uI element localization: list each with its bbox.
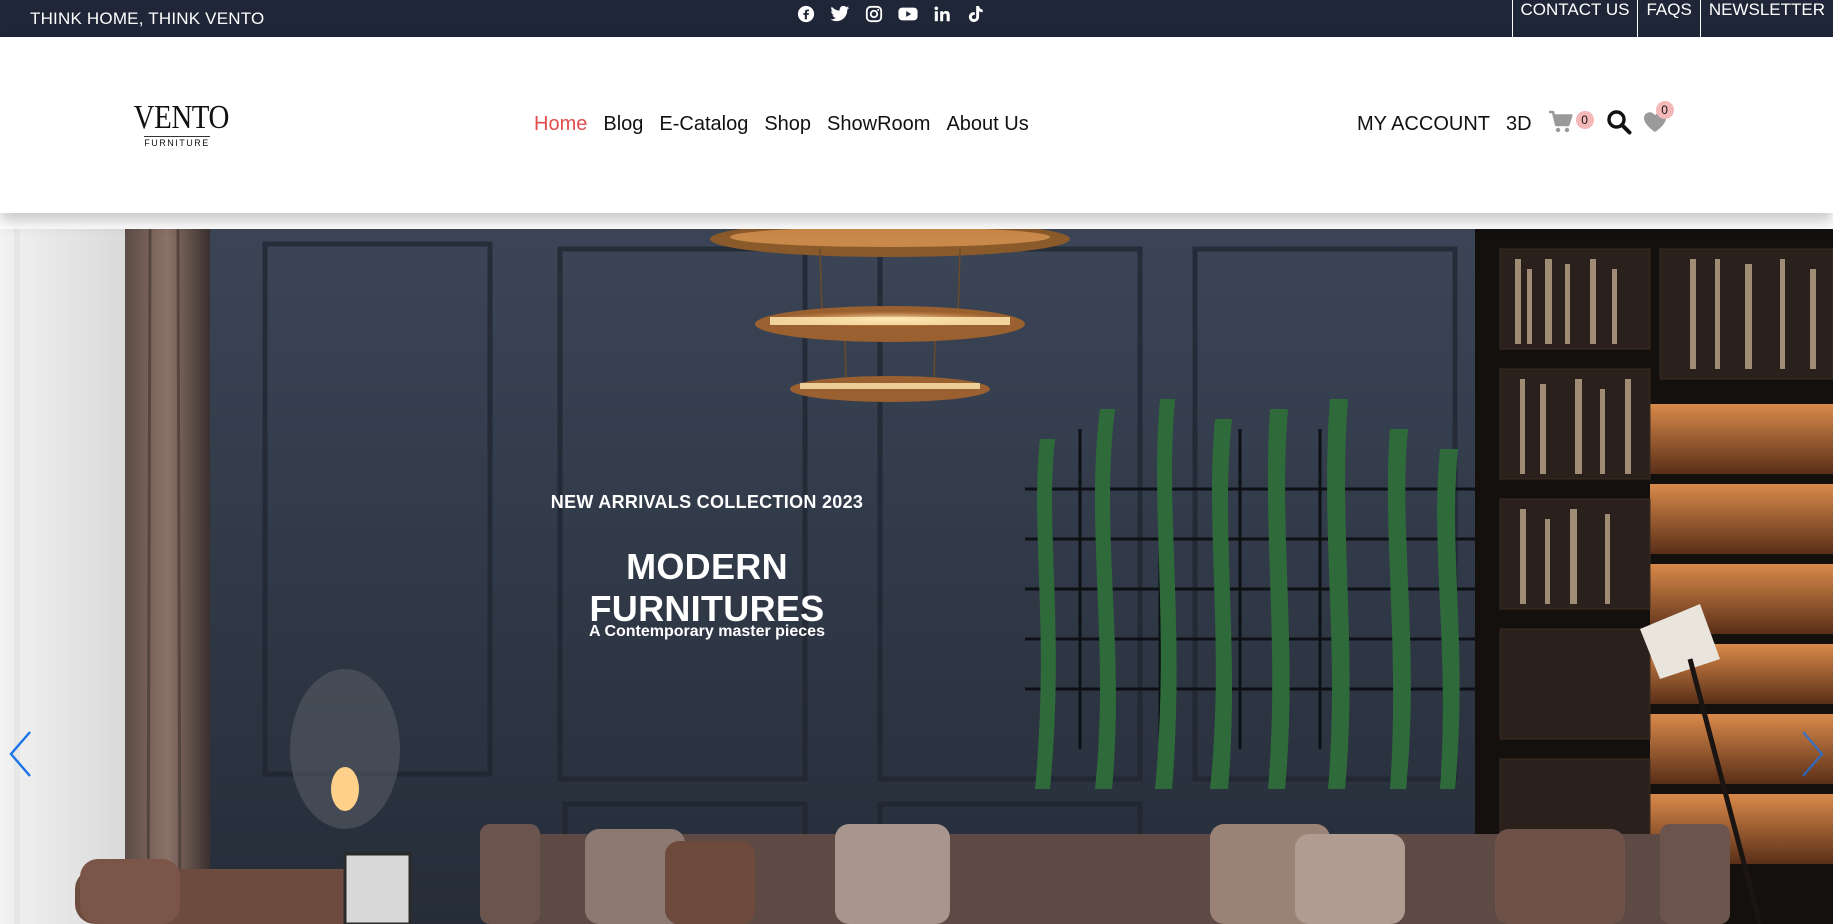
facebook-icon[interactable]	[796, 4, 816, 24]
nav-about-us[interactable]: About Us	[946, 113, 1028, 136]
slider-next-button[interactable]	[1797, 729, 1827, 779]
top-bar: THINK HOME, THINK VENTO CONTACT US FAQS …	[0, 0, 1833, 37]
twitter-icon[interactable]	[830, 4, 850, 24]
tagline: THINK HOME, THINK VENTO	[30, 9, 265, 28]
hero-title: MODERN FURNITURES	[589, 546, 825, 629]
search-button[interactable]	[1606, 109, 1632, 140]
slider-prev-button[interactable]	[6, 729, 36, 779]
instagram-icon[interactable]	[864, 4, 884, 24]
nav-showroom[interactable]: ShowRoom	[827, 113, 930, 136]
header-tools: MY ACCOUNT 3D 0 0	[1357, 101, 1674, 140]
linkedin-icon[interactable]	[932, 4, 952, 24]
cart-icon	[1548, 110, 1574, 139]
site-logo[interactable]: VENTO FURNITURE	[126, 99, 230, 151]
3d-link[interactable]: 3D	[1506, 113, 1532, 136]
hero-background-image	[0, 229, 1833, 924]
search-icon	[1606, 109, 1632, 140]
wishlist-count-badge: 0	[1655, 101, 1674, 119]
tiktok-icon[interactable]	[966, 4, 986, 24]
hero-kicker: NEW ARRIVALS COLLECTION 2023	[550, 492, 864, 512]
chevron-right-icon	[1797, 731, 1827, 783]
main-nav: Home Blog E-Catalog Shop ShowRoom About …	[534, 113, 1029, 136]
faqs-link[interactable]: FAQS	[1637, 0, 1699, 37]
wishlist-button[interactable]: 0	[1642, 101, 1674, 137]
my-account-link[interactable]: MY ACCOUNT	[1357, 113, 1490, 136]
newsletter-link[interactable]: NEWSLETTER	[1699, 0, 1833, 37]
contact-us-link[interactable]: CONTACT US	[1511, 0, 1638, 37]
hero-subtitle: A Contemporary master pieces	[589, 623, 825, 640]
nav-shop[interactable]: Shop	[764, 113, 811, 136]
nav-home[interactable]: Home	[534, 113, 587, 136]
cart-count-badge: 0	[1575, 111, 1594, 129]
cart-button[interactable]: 0	[1548, 110, 1594, 139]
nav-blog[interactable]: Blog	[603, 113, 643, 136]
logo-subtitle: FURNITURE	[144, 136, 210, 148]
main-header: VENTO FURNITURE Home Blog E-Catalog Shop…	[0, 37, 1833, 213]
social-links	[796, 4, 986, 24]
youtube-icon[interactable]	[898, 4, 918, 24]
top-links: CONTACT US FAQS NEWSLETTER	[1511, 0, 1833, 37]
logo-wordmark: VENTO	[133, 99, 230, 136]
hero-slider: NEW ARRIVALS COLLECTION 2023 MODERN FURN…	[0, 229, 1833, 924]
nav-e-catalog[interactable]: E-Catalog	[659, 113, 748, 136]
chevron-left-icon	[6, 731, 36, 783]
